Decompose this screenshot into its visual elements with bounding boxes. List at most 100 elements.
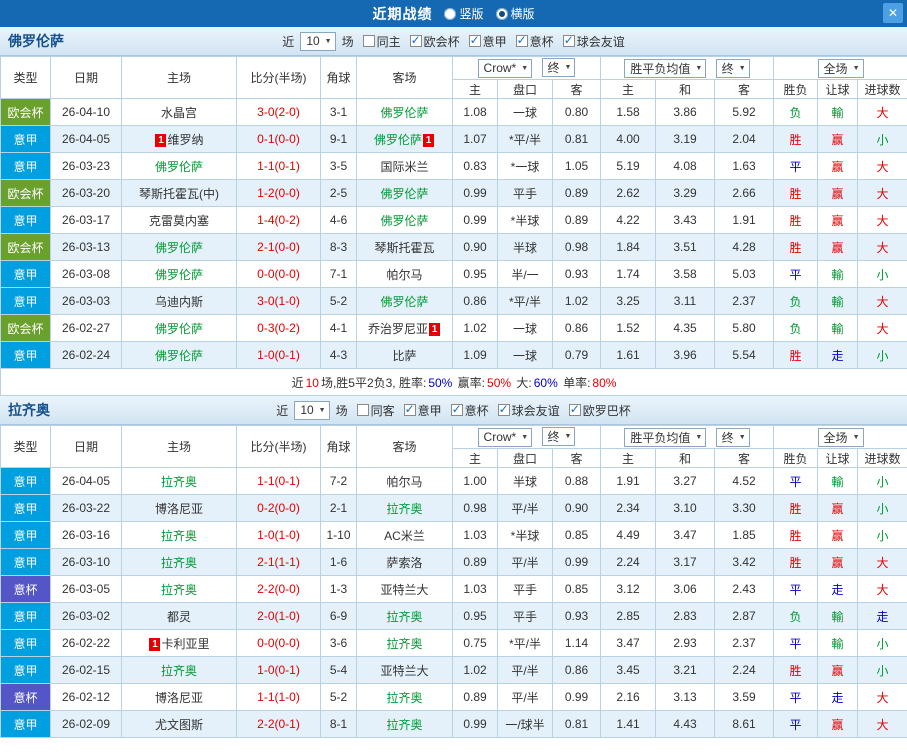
score: 0-0(0-0) [236,629,321,657]
team-name: 帕尔马 [386,474,423,489]
odds-average-select[interactable]: 胜平负均值 ▼ [624,427,707,447]
odds-home: 2.62 [600,179,656,207]
recent-count-select[interactable]: 10 ▼ [300,31,336,51]
odds-home: 5.19 [600,152,656,180]
odds-draw: 3.29 [655,179,715,207]
filter-checkbox-3[interactable]: 球会友谊 [497,402,560,419]
filter-checkbox-1[interactable]: 欧会杯 [409,33,460,50]
scope-select[interactable]: 全场 ▼ [817,427,864,447]
score: 2-1(1-1) [236,548,321,576]
team-name: 佛罗伦萨 [154,267,203,282]
chevron-down-icon: ▼ [738,64,746,72]
filter-checkbox-3[interactable]: 意杯 [515,33,554,50]
ah-away-odds: 0.99 [552,683,601,711]
odds-away: 1.63 [713,152,775,180]
result-wdl: 负 [773,98,819,126]
competition-badge: 意甲 [0,656,51,684]
home-team: 拉齐奥 [121,656,237,684]
odds-time-select[interactable]: 终 ▼ [715,58,750,78]
result-handicap: 赢 [817,152,859,180]
filter-checkbox-0[interactable]: 同客 [356,402,395,419]
col-header-ah-home: 主 [452,448,498,468]
team-name-heading: 拉齐奥 [8,402,50,418]
close-icon: ✕ [887,6,899,20]
team-name: 拉齐奥 [160,582,197,597]
result-wdl: 胜 [773,656,819,684]
match-row: 意甲 26-03-10 拉齐奥 2-1(1-1) 1-6 萨索洛 0.89 平/半 0.99 2.… [0,548,907,576]
away-team: 国际米兰 [356,152,453,180]
corner-score: 1-3 [320,575,357,603]
filter-checkbox-4[interactable]: 欧罗巴杯 [568,402,631,419]
layout-radio-vertical[interactable]: 竖版 [444,5,484,22]
match-date: 26-02-15 [50,656,122,684]
checkbox-icon [450,402,463,416]
odds-source-select[interactable]: Crow* ▼ [477,58,533,78]
competition-badge: 意甲 [0,467,51,495]
odds-source-select[interactable]: Crow* ▼ [477,427,533,447]
result-wdl: 平 [773,575,819,603]
away-team: 拉齐奥 [356,494,453,522]
handicap-line: 平/半 [497,494,553,522]
summary-segment: 近 [291,375,304,390]
home-team: 拉齐奥 [121,548,237,576]
filter-checkbox-2[interactable]: 意甲 [468,33,507,50]
result-goals: 大 [857,710,907,738]
competition-badge: 意甲 [0,548,51,576]
checkbox-icon [468,33,481,47]
filter-checkbox-0[interactable]: 同主 [362,33,401,50]
handicap-selects-cell: Crow* ▼ 终 ▼ [452,56,601,80]
radio-label-vertical: 竖版 [459,7,484,21]
result-handicap: 走 [817,683,859,711]
odds-draw: 3.86 [655,98,715,126]
filter-checkbox-2[interactable]: 意杯 [450,402,489,419]
team-name: 拉齐奥 [386,690,423,705]
team-header-bar: 拉齐奥 近 10 ▼ 场 同客 意甲 意杯 球会友谊 欧罗巴杯 [0,396,907,425]
recent-count-value: 10 [306,34,320,48]
odds-draw: 3.47 [655,521,715,549]
match-row: 欧会杯 26-02-27 佛罗伦萨 0-3(0-2) 4-1 乔治罗尼亚 1 1.02 一球 0.… [0,314,907,342]
competition-badge: 意甲 [0,152,51,180]
team-name: 都灵 [166,609,191,624]
layout-radio-horizontal[interactable]: 横版 [495,5,535,22]
match-row: 意甲 26-04-05 拉齐奥 1-1(0-1) 7-2 帕尔马 1.00 半球 0.88 1.9… [0,467,907,495]
ah-away-odds: 0.93 [552,260,601,288]
competition-badge: 意甲 [0,521,51,549]
results-body: 欧会杯 26-04-10 水晶宫 3-0(2-0) 3-1 佛罗伦萨 1.08 一球 0.80 1… [0,98,907,396]
checkbox-label: 欧会杯 [423,34,460,49]
corner-score: 8-1 [320,710,357,738]
competition-badge: 意甲 [0,341,51,369]
odds-average-select[interactable]: 胜平负均值 ▼ [624,58,707,78]
odds-away: 2.24 [713,656,775,684]
result-wdl: 胜 [773,233,819,261]
result-goals: 大 [857,152,907,180]
team-name: 卡利亚里 [161,636,210,651]
recent-count-select[interactable]: 10 ▼ [294,400,330,420]
result-wdl: 平 [773,683,819,711]
col-header-ah-home: 主 [452,79,498,99]
near-label: 近 [276,403,289,418]
handicap-time-select[interactable]: 终 ▼ [541,427,576,447]
filter-checkbox-1[interactable]: 意甲 [403,402,442,419]
col-header-goals: 进球数 [857,79,907,99]
result-wdl: 平 [773,629,819,657]
filter-checkbox-4[interactable]: 球会友谊 [562,33,625,50]
handicap-time-select[interactable]: 终 ▼ [541,58,576,78]
team-name: 水晶宫 [160,105,197,120]
odds-away: 3.30 [713,494,775,522]
checkbox-icon [497,402,510,416]
away-team: 拉齐奥 [356,710,453,738]
checkbox-label: 球会友谊 [576,34,625,49]
odds-time-select[interactable]: 终 ▼ [715,427,750,447]
match-row: 意杯 26-03-05 拉齐奥 2-2(0-0) 1-3 亚特兰大 1.03 平手 0.85 3.… [0,575,907,603]
col-header-corner: 角球 [320,425,357,468]
scope-select[interactable]: 全场 ▼ [817,58,864,78]
close-button[interactable]: ✕ [883,3,903,23]
odds-away: 2.87 [713,602,775,630]
checkbox-label: 同主 [376,34,401,49]
team-name: 萨索洛 [386,555,423,570]
match-date: 26-03-13 [50,233,122,261]
match-row: 意甲 26-03-16 拉齐奥 1-0(1-0) 1-10 AC米兰 1.03 *半球 0.85… [0,521,907,549]
match-row: 欧会杯 26-03-20 琴斯托霍瓦(中) 1-2(0-0) 2-5 佛罗伦萨 0.99 平手… [0,179,907,207]
result-goals: 大 [857,314,907,342]
team-name: 维罗纳 [167,132,204,147]
